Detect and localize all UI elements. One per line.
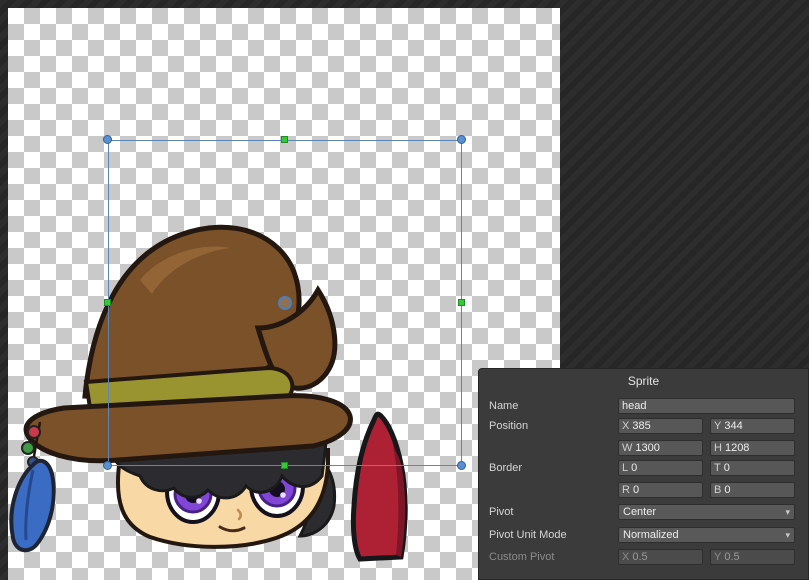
b-prefix: B — [711, 484, 721, 496]
border-rb-row: R B — [479, 482, 808, 499]
r-prefix: R — [619, 484, 630, 496]
pivot-unit-mode-dropdown[interactable]: Normalized ▾ — [618, 527, 795, 543]
pivot-row: Pivot Center ▾ — [479, 504, 808, 521]
border-b-field[interactable]: B — [710, 482, 795, 498]
selection-handle-top-right[interactable] — [457, 135, 466, 144]
pivot-unit-mode-row: Pivot Unit Mode Normalized ▾ — [479, 527, 808, 544]
position-h-input[interactable] — [722, 441, 794, 455]
position-h-field[interactable]: H — [710, 440, 795, 456]
custom-pivot-y-input — [721, 550, 794, 564]
x-prefix: X — [619, 551, 629, 563]
custom-pivot-label: Custom Pivot — [489, 551, 554, 563]
chevron-down-icon: ▾ — [785, 507, 790, 518]
pivot-label: Pivot — [489, 506, 513, 518]
name-field[interactable] — [618, 398, 795, 414]
position-x-input[interactable] — [629, 419, 702, 433]
position-y-input[interactable] — [721, 419, 794, 433]
pivot-unit-mode-value: Normalized — [623, 529, 785, 541]
t-prefix: T — [711, 462, 721, 474]
position-y-field[interactable]: Y — [710, 418, 795, 434]
l-prefix: L — [619, 462, 628, 474]
border-label: Border — [489, 462, 522, 474]
selection-handle-left-mid[interactable] — [104, 299, 111, 306]
x-prefix: X — [619, 420, 629, 432]
selection-handle-bottom-right[interactable] — [457, 461, 466, 470]
selection-handle-top-left[interactable] — [103, 135, 112, 144]
border-lt-row: Border L T — [479, 460, 808, 477]
border-t-field[interactable]: T — [710, 460, 795, 476]
selection-handle-bottom-left[interactable] — [103, 461, 112, 470]
w-prefix: W — [619, 442, 632, 454]
chevron-down-icon: ▾ — [785, 530, 790, 541]
y-prefix: Y — [711, 551, 721, 563]
pivot-handle[interactable] — [278, 296, 292, 310]
unity-sprite-editor: { "panel": { "title": "Sprite", "name": … — [0, 0, 809, 580]
position-wh-row: W H — [479, 440, 808, 457]
selection-handle-bottom-mid[interactable] — [281, 462, 288, 469]
name-input[interactable] — [619, 399, 794, 413]
position-xy-row: Position X Y — [479, 418, 808, 435]
position-label: Position — [489, 420, 528, 432]
border-b-input[interactable] — [721, 483, 794, 497]
custom-pivot-x-field: X — [618, 549, 703, 565]
position-w-input[interactable] — [632, 441, 702, 455]
h-prefix: H — [711, 442, 722, 454]
name-label: Name — [489, 400, 518, 412]
pivot-dropdown[interactable]: Center ▾ — [618, 504, 795, 520]
pivot-value: Center — [623, 506, 785, 518]
border-l-input[interactable] — [628, 461, 702, 475]
border-t-input[interactable] — [721, 461, 794, 475]
bead-red — [28, 426, 40, 438]
border-r-field[interactable]: R — [618, 482, 703, 498]
custom-pivot-x-input — [629, 550, 702, 564]
selection-handle-top-mid[interactable] — [281, 136, 288, 143]
pivot-unit-mode-label: Pivot Unit Mode — [489, 529, 567, 541]
border-l-field[interactable]: L — [618, 460, 703, 476]
name-row: Name — [479, 398, 808, 415]
selection-handle-right-mid[interactable] — [458, 299, 465, 306]
sprite-inspector-panel: Sprite Name Position X Y W — [478, 368, 809, 580]
y-prefix: Y — [711, 420, 721, 432]
panel-title: Sprite — [479, 374, 808, 388]
bead-green — [22, 442, 34, 454]
custom-pivot-y-field: Y — [710, 549, 795, 565]
custom-pivot-row: Custom Pivot X Y — [479, 549, 808, 566]
border-r-input[interactable] — [630, 483, 702, 497]
position-w-field[interactable]: W — [618, 440, 703, 456]
position-x-field[interactable]: X — [618, 418, 703, 434]
